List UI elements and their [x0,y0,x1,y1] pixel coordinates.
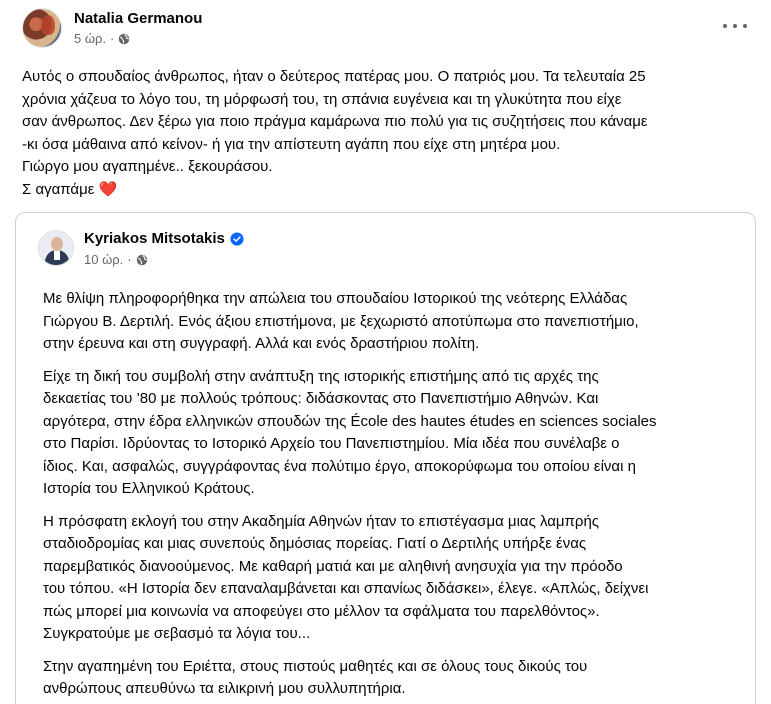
shared-paragraph-3: Η πρόσφατη εκλογή του στην Ακαδημία Αθην… [43,511,743,646]
post-meta: Natalia Germanou 5 ώρ. · [74,9,202,47]
shared-author-name[interactable]: Kyriakos Mitsotakis [84,229,225,249]
avatar-shirt [54,250,60,260]
post-line-text: Σ αγαπάμε [22,180,95,198]
shared-paragraph-1: Με θλίψη πληροφορήθηκα την απώλεια του σ… [43,288,743,356]
shared-line: του τόπου. «Η Ιστορία δεν επαναλαμβάνετα… [43,580,649,597]
shared-line: δεκαετίας του ’80 με πολλούς τρόπους: δι… [43,390,599,407]
shared-line: Στην αγαπημένη του Εριέττα, στους πιστού… [43,657,588,675]
shared-line: Ιστορία του Ελληνικού Κράτους. [43,480,255,497]
shared-line: Η πρόσφατη εκλογή του στην Ακαδημία Αθην… [43,512,600,530]
shared-line: στο Παρίσι. Ιδρύοντας το Ιστορικό Αρχείο… [43,435,620,452]
shared-line: Με θλίψη πληροφορήθηκα την απώλεια του σ… [43,290,628,307]
shared-paragraph-2: Είχε τη δική του συμβολή στην ανάπτυξη τ… [43,366,743,501]
shared-line: Είχε τη δική του συμβολή στην ανάπτυξη τ… [43,367,599,385]
more-dot [733,24,737,28]
more-dot [743,24,747,28]
author-name[interactable]: Natalia Germanou [74,9,202,29]
separator-dot: · [127,252,132,267]
post-header: Natalia Germanou 5 ώρ. · [22,8,202,48]
author-avatar[interactable] [22,8,62,48]
shared-line: σταδιοδρομίας και μιας συνεπούς δημόσιας… [43,535,587,552]
shared-line: αργότερα, στην έδρα ελληνικών σπουδών τη… [43,412,657,430]
more-options-icon[interactable] [723,18,747,34]
heart-emoji-icon: ❤️ [98,180,118,198]
shared-line: ίδιος. Και, ασφαλώς, συγγράφοντας ένα πο… [43,457,636,475]
globe-icon[interactable] [118,33,130,45]
separator-dot: · [110,31,115,46]
post-line: σαν άνθρωπος. Δεν ξέρω για ποιο πράγμα κ… [22,113,648,130]
post-body: Αυτός ο σπουδαίος άνθρωπος, ήταν ο δεύτε… [22,66,752,201]
post-line: Γιώργο μου αγαπημένε.. ξεκουράσου. [22,158,273,175]
post-line-last: Σ αγαπάμε ❤️ [22,179,752,202]
shared-author-avatar[interactable] [38,230,74,266]
avatar-head [51,237,63,251]
shared-post-timestamp[interactable]: 10 ώρ. [84,252,123,267]
shared-post-meta: Kyriakos Mitsotakis 10 ώρ. · [84,229,244,267]
post-line: Αυτός ο σπουδαίος άνθρωπος, ήταν ο δεύτε… [22,68,646,85]
shared-post[interactable]: Kyriakos Mitsotakis 10 ώρ. · Με θλίψη πλ… [15,212,756,704]
shared-line: Γιώργου Β. Δερτιλή. Ενός άξιου επιστήμον… [43,312,639,330]
post-line: χρόνια χάζευα το λόγο του, τη μόρφωσή το… [22,90,622,108]
shared-author-row: Kyriakos Mitsotakis [84,229,244,249]
shared-line: Συγκρατούμε με σεβασμό τα λόγια του... [43,625,311,642]
verified-badge-icon [230,232,244,246]
post-line: -κι όσα μάθαινα από κείνον- ή για την απ… [22,135,561,153]
shared-line: παρεμβατικός διανοούμενος. Με καθαρή ματ… [43,557,623,575]
more-dot [723,24,727,28]
shared-post-subline: 10 ώρ. · [84,252,244,267]
shared-line: ανθρώπους απευθύνω τα ειλικρινή μου συλλ… [43,680,406,697]
shared-post-header: Kyriakos Mitsotakis 10 ώρ. · [38,229,244,267]
facebook-post: Natalia Germanou 5 ώρ. · Αυτός ο σπουδαί… [0,0,771,704]
shared-paragraph-4: Στην αγαπημένη του Εριέττα, στους πιστού… [43,656,743,701]
post-timestamp[interactable]: 5 ώρ. [74,31,106,47]
shared-line: πώς μπορεί μια κοινωνία να αποφεύγει στο… [43,602,600,620]
shared-post-body: Με θλίψη πληροφορήθηκα την απώλεια του σ… [43,288,743,704]
shared-line: στην έρευνα και στη συγγραφή. Αλλά και ε… [43,335,480,352]
post-subline: 5 ώρ. · [74,31,202,47]
globe-icon[interactable] [136,254,148,266]
